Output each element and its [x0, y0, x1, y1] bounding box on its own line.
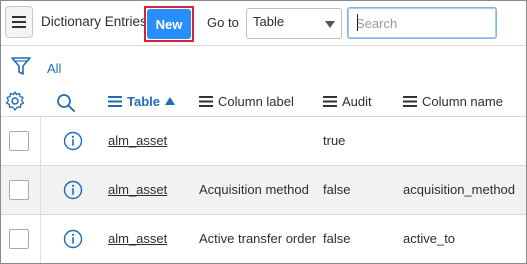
- column-menu-icon[interactable]: [108, 95, 122, 107]
- column-menu-icon[interactable]: [323, 95, 337, 107]
- table-row: alm_asset true: [1, 117, 526, 166]
- table-row: alm_asset Acquisition method false acqui…: [1, 166, 526, 215]
- column-header-label: Table: [127, 93, 160, 109]
- column-header-label: Column label: [218, 93, 294, 109]
- goto-select-value: Table: [253, 14, 285, 29]
- search-input[interactable]: [347, 7, 497, 39]
- list-header: Dictionary Entries New Go to Table: [1, 1, 526, 46]
- row-select-cell: [1, 117, 41, 165]
- new-button[interactable]: New: [147, 9, 191, 39]
- row-select-cell: [1, 215, 41, 263]
- info-icon[interactable]: [63, 229, 83, 252]
- cell-table-link[interactable]: alm_asset: [108, 231, 167, 246]
- cell-audit: false: [323, 231, 351, 246]
- cell-column-label: Acquisition method: [199, 182, 309, 197]
- column-header-column-label[interactable]: Column label: [199, 87, 294, 115]
- row-select-cell: [1, 166, 41, 214]
- cell-audit: false: [323, 182, 351, 197]
- column-search-icon[interactable]: [56, 93, 76, 116]
- cell-audit: true: [323, 133, 346, 148]
- goto-field-select[interactable]: Table: [246, 8, 342, 39]
- column-menu-icon[interactable]: [403, 95, 417, 107]
- cell-column-name: acquisition_method: [403, 182, 516, 197]
- cell-table-link[interactable]: alm_asset: [108, 182, 167, 197]
- column-header-label: Column name: [422, 93, 503, 109]
- filter-icon[interactable]: [11, 56, 31, 79]
- row-checkbox[interactable]: [9, 131, 29, 151]
- column-menu-icon[interactable]: [199, 95, 213, 107]
- app-window: Dictionary Entries New Go to Table All: [0, 0, 527, 264]
- goto-label: Go to: [207, 15, 239, 30]
- info-icon[interactable]: [63, 180, 83, 203]
- context-menu-button[interactable]: [5, 6, 33, 38]
- column-header-audit[interactable]: Audit: [323, 87, 372, 115]
- hamburger-icon: [12, 16, 26, 28]
- column-header-table[interactable]: Table: [108, 87, 175, 115]
- cell-column-label: Active transfer order: [199, 231, 317, 246]
- cell-column-name: active_to: [403, 231, 456, 246]
- row-checkbox[interactable]: [9, 229, 29, 249]
- column-header-column-name[interactable]: Column name: [403, 87, 503, 115]
- text-cursor: [357, 14, 358, 31]
- list-settings-gear-icon[interactable]: [5, 91, 25, 114]
- page-title: Dictionary Entries: [41, 14, 147, 29]
- column-header-label: Audit: [342, 93, 372, 109]
- sort-ascending-icon: [165, 97, 175, 105]
- dropdown-caret-icon: [325, 21, 335, 28]
- row-checkbox[interactable]: [9, 180, 29, 200]
- table-row: alm_asset Active transfer order false ac…: [1, 215, 526, 263]
- cell-table-link[interactable]: alm_asset: [108, 133, 167, 148]
- info-icon[interactable]: [63, 131, 83, 154]
- filter-breadcrumb-all[interactable]: All: [47, 61, 61, 76]
